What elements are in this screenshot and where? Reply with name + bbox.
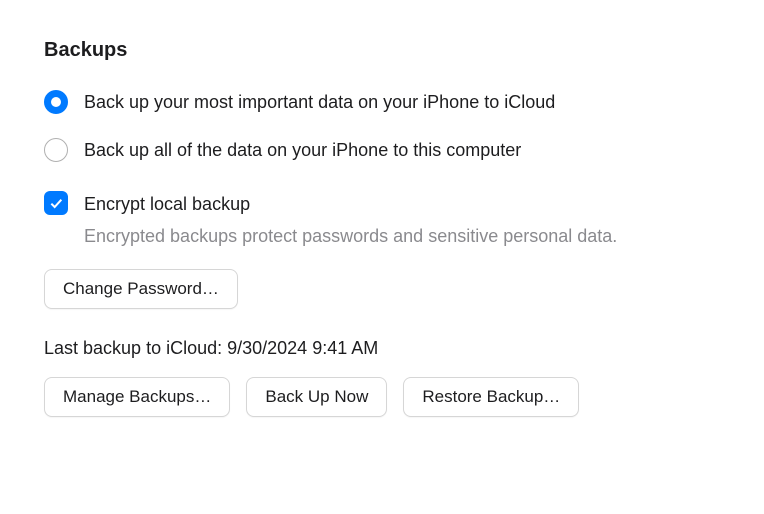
encrypt-description: Encrypted backups protect passwords and … [84,223,617,249]
checkmark-icon [48,195,64,211]
restore-backup-button[interactable]: Restore Backup… [403,377,579,417]
radio-selected-icon [44,90,68,114]
encrypt-checkbox[interactable] [44,191,68,215]
encrypt-local-backup-row: Encrypt local backup Encrypted backups p… [44,191,720,249]
section-title: Backups [44,36,720,65]
encrypt-label: Encrypt local backup [84,191,617,217]
radio-label-local: Back up all of the data on your iPhone t… [84,137,521,163]
encrypt-text-block: Encrypt local backup Encrypted backups p… [84,191,617,249]
radio-option-local[interactable]: Back up all of the data on your iPhone t… [44,137,720,163]
radio-label-icloud: Back up your most important data on your… [84,89,555,115]
backup-button-row: Manage Backups… Back Up Now Restore Back… [44,377,720,417]
last-backup-status: Last backup to iCloud: 9/30/2024 9:41 AM [44,335,720,361]
radio-option-icloud[interactable]: Back up your most important data on your… [44,89,720,115]
change-password-button[interactable]: Change Password… [44,269,238,309]
manage-backups-button[interactable]: Manage Backups… [44,377,230,417]
back-up-now-button[interactable]: Back Up Now [246,377,387,417]
radio-unselected-icon [44,138,68,162]
